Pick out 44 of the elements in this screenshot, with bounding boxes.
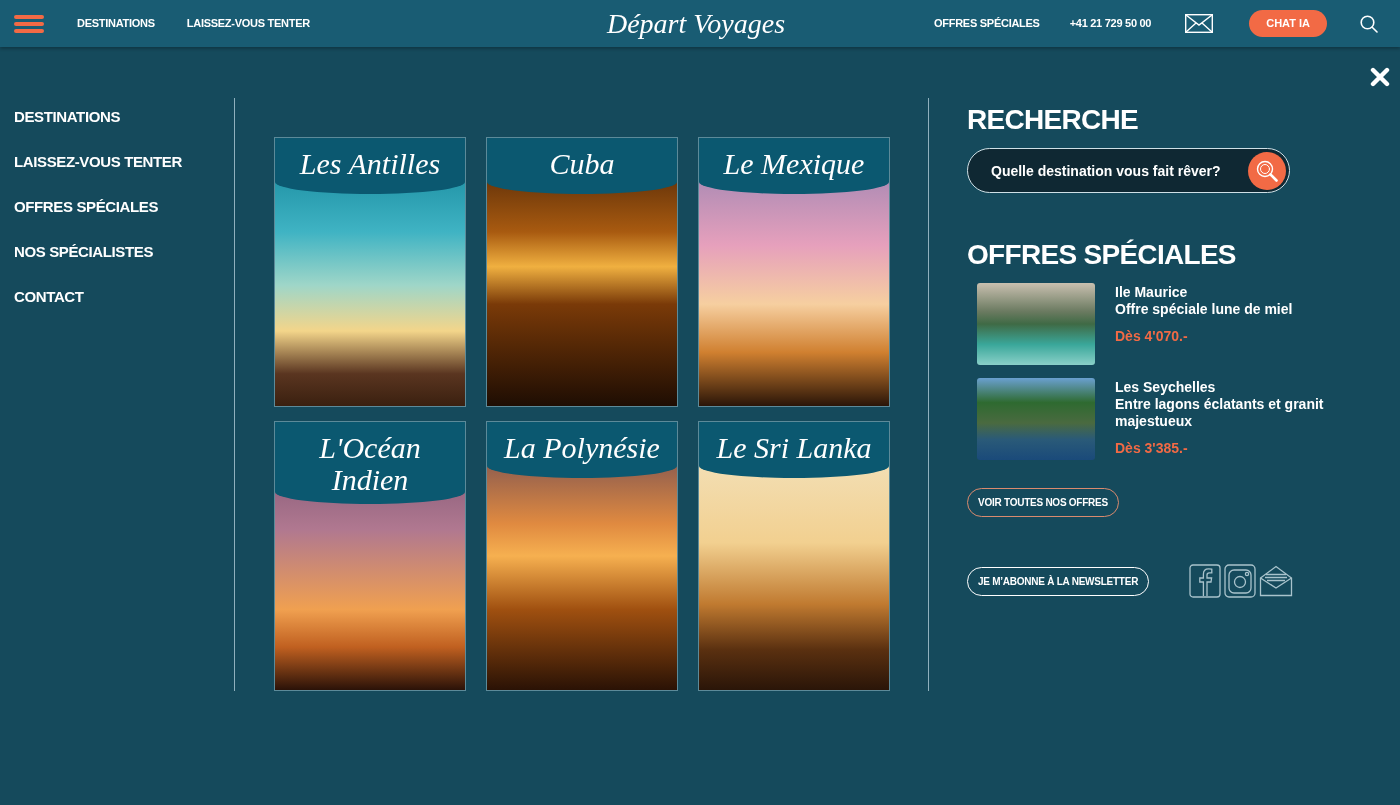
- nav-link[interactable]: DESTINATIONS: [77, 15, 155, 32]
- destination-card[interactable]: L'Océan Indien: [274, 421, 466, 691]
- nav-link[interactable]: OFFRES SPÉCIALES: [934, 15, 1040, 32]
- nav-link[interactable]: LAISSEZ-VOUS TENTER: [186, 15, 310, 32]
- offer-photo-placeholder[interactable]: [977, 283, 1095, 365]
- menu-icon: [14, 14, 44, 33]
- offer-title[interactable]: Les Seychelles: [1115, 379, 1216, 396]
- section-heading: OFFRES SPÉCIALES: [967, 240, 1236, 270]
- offer-price: Dès 3'385.-: [1115, 440, 1188, 457]
- facebook-icon[interactable]: [1189, 564, 1222, 598]
- menu-link[interactable]: CONTACT: [14, 288, 84, 306]
- phone-link[interactable]: +41 21 729 50 00: [1069, 15, 1152, 32]
- search-icon: [1360, 14, 1378, 33]
- offer-subtitle: Entre lagons éclatants et granit majestueux: [1115, 396, 1325, 430]
- destination-card[interactable]: Le Sri Lanka: [698, 421, 890, 691]
- destination-title: Les Antilles: [299, 148, 441, 182]
- section-heading: RECHERCHE: [967, 105, 1139, 135]
- menu-link[interactable]: NOS SPÉCIALISTES: [14, 243, 154, 261]
- destination-card[interactable]: La Polynésie: [486, 421, 678, 691]
- destination-title: Le Sri Lanka: [716, 432, 872, 466]
- menu-link[interactable]: LAISSEZ-VOUS TENTER: [14, 153, 182, 171]
- menu-link[interactable]: DESTINATIONS: [14, 108, 121, 126]
- destination-title: L'Océan Indien: [318, 432, 422, 496]
- envelope-icon[interactable]: [1259, 565, 1294, 597]
- destination-card[interactable]: Les Antilles: [274, 137, 466, 407]
- offer-title[interactable]: Ile Maurice: [1115, 284, 1188, 301]
- destination-card[interactable]: Cuba: [486, 137, 678, 407]
- search-button[interactable]: [1360, 14, 1378, 33]
- close-button[interactable]: [1370, 67, 1390, 87]
- close-icon: [1370, 67, 1390, 87]
- site-logo[interactable]: Départ Voyages: [598, 7, 794, 40]
- search-field[interactable]: Quelle destination vous fait rêver?: [967, 148, 1290, 193]
- search-icon: [1256, 159, 1278, 182]
- mail-icon: [1185, 14, 1214, 33]
- instagram-icon[interactable]: [1224, 564, 1257, 598]
- destination-title: La Polynésie: [504, 432, 660, 466]
- destination-title: Le Mexique: [723, 148, 865, 182]
- destination-card[interactable]: Le Mexique: [698, 137, 890, 407]
- offer-subtitle: Offre spéciale lune de miel: [1115, 301, 1293, 318]
- offer-photo-placeholder[interactable]: [977, 378, 1095, 460]
- menu-link[interactable]: OFFRES SPÉCIALES: [14, 198, 159, 216]
- offer-price: Dès 4'070.-: [1115, 328, 1188, 345]
- mail-button[interactable]: [1185, 14, 1214, 33]
- destination-title: Cuba: [549, 148, 615, 182]
